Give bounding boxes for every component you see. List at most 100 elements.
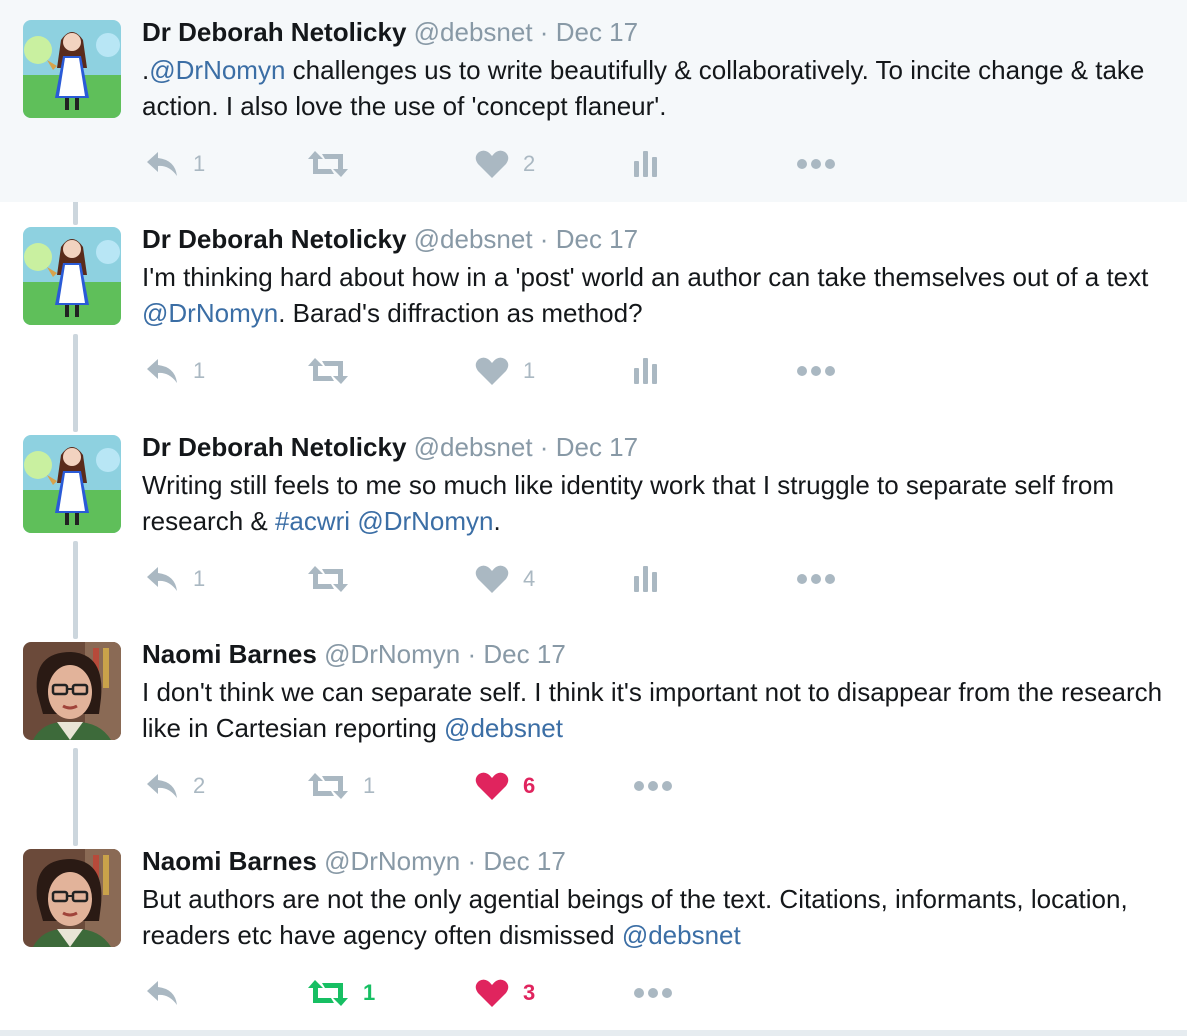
tweet[interactable]: Naomi Barnes @DrNomyn · Dec 17 But author… (0, 829, 1187, 1036)
tweet-timestamp[interactable]: Dec 17 (556, 224, 638, 254)
reply-count: 2 (193, 773, 206, 798)
tweet-text-segment: challenges us to write beautifully & col… (142, 55, 1145, 121)
mention-link[interactable]: @DrNomyn (149, 55, 285, 85)
analytics-button[interactable] (632, 353, 660, 389)
reply-count: 1 (193, 566, 206, 591)
retweet-icon (307, 564, 349, 594)
reply-button[interactable]: 1 (145, 353, 205, 389)
like-button[interactable]: 4 (475, 561, 535, 597)
like-button[interactable]: 1 (475, 353, 535, 389)
author-name[interactable]: Dr Deborah Netolicky (142, 432, 406, 462)
analytics-button[interactable] (632, 561, 660, 597)
tweet-text: Writing still feels to me so much like i… (142, 467, 1172, 539)
bottom-divider (0, 1030, 1187, 1036)
author-handle[interactable]: @debsnet (414, 224, 533, 254)
like-count: 6 (523, 773, 536, 798)
like-count: 4 (523, 566, 536, 591)
tweet-text: .@DrNomyn challenges us to write beautif… (142, 52, 1172, 124)
avatar[interactable] (23, 435, 121, 533)
avatar[interactable] (23, 642, 121, 740)
tweet[interactable]: Dr Deborah Netolicky @debsnet · Dec 17 Wr… (0, 415, 1187, 622)
more-options-button[interactable] (795, 146, 837, 182)
tweet-actions: 11 (0, 353, 1187, 389)
tweet-timestamp[interactable]: Dec 17 (556, 17, 638, 47)
tweet-timestamp[interactable]: Dec 17 (483, 846, 565, 876)
tweet-actions: 2 1 6 (0, 768, 1187, 804)
tweet-text: But authors are not the only agential be… (142, 881, 1172, 953)
tweet-header: Dr Deborah Netolicky @debsnet · Dec 17 (142, 16, 638, 48)
reply-button[interactable]: 1 (145, 561, 205, 597)
like-button[interactable]: 3 (475, 975, 535, 1011)
reply-count: 1 (193, 358, 206, 383)
avatar[interactable] (23, 227, 121, 325)
author-handle[interactable]: @DrNomyn (324, 846, 460, 876)
retweet-button[interactable]: 1 (307, 975, 375, 1011)
mention-link[interactable]: @DrNomyn (357, 506, 493, 536)
reply-icon (145, 564, 179, 594)
tweet-header: Dr Deborah Netolicky @debsnet · Dec 17 (142, 431, 638, 463)
more-icon (795, 364, 837, 378)
more-options-button[interactable] (795, 561, 837, 597)
tweet[interactable]: Dr Deborah Netolicky @debsnet · Dec 17 .@… (0, 0, 1187, 202)
tweet-header: Naomi Barnes @DrNomyn · Dec 17 (142, 845, 566, 877)
separator-dot: · (467, 846, 477, 876)
retweet-icon (307, 356, 349, 386)
reply-button[interactable]: 1 (145, 146, 205, 182)
tweet-timestamp[interactable]: Dec 17 (483, 639, 565, 669)
tweet-actions: 14 (0, 561, 1187, 597)
more-options-button[interactable] (632, 975, 674, 1011)
tweet-header: Dr Deborah Netolicky @debsnet · Dec 17 (142, 223, 638, 255)
author-handle[interactable]: @debsnet (414, 17, 533, 47)
separator-dot: · (539, 17, 549, 47)
reply-icon (145, 978, 179, 1008)
heart-icon (475, 564, 509, 594)
reply-icon (145, 771, 179, 801)
author-name[interactable]: Dr Deborah Netolicky (142, 17, 406, 47)
like-button[interactable]: 6 (475, 768, 535, 804)
tweet-text-segment: I'm thinking hard about how in a 'post' … (142, 262, 1149, 292)
author-name[interactable]: Naomi Barnes (142, 639, 317, 669)
like-count: 3 (523, 980, 536, 1005)
avatar[interactable] (23, 20, 121, 118)
mention-link[interactable]: @DrNomyn (142, 298, 278, 328)
tweet-text-segment: . Barad's diffraction as method? (278, 298, 643, 328)
like-button[interactable]: 2 (475, 146, 535, 182)
analytics-icon (632, 149, 660, 179)
retweet-count: 1 (363, 773, 376, 798)
reply-icon (145, 149, 179, 179)
like-count: 2 (523, 151, 536, 176)
analytics-button[interactable] (632, 146, 660, 182)
tweet-actions: 12 (0, 146, 1187, 182)
retweet-count: 1 (363, 980, 376, 1005)
more-options-button[interactable] (632, 768, 674, 804)
tweet[interactable]: Naomi Barnes @DrNomyn · Dec 17 I don't th… (0, 622, 1187, 829)
retweet-icon (307, 149, 349, 179)
more-icon (632, 779, 674, 793)
author-handle[interactable]: @debsnet (414, 432, 533, 462)
avatar[interactable] (23, 849, 121, 947)
mention-link[interactable]: @debsnet (444, 713, 563, 743)
more-icon (795, 157, 837, 171)
reply-button[interactable]: 2 (145, 768, 205, 804)
more-options-button[interactable] (795, 353, 837, 389)
author-handle[interactable]: @DrNomyn (324, 639, 460, 669)
tweet-text: I don't think we can separate self. I th… (142, 674, 1172, 746)
hashtag-link[interactable]: #acwri (275, 506, 350, 536)
tweet-timestamp[interactable]: Dec 17 (556, 432, 638, 462)
separator-dot: · (539, 224, 549, 254)
retweet-button[interactable] (307, 561, 349, 597)
author-name[interactable]: Dr Deborah Netolicky (142, 224, 406, 254)
retweet-icon (307, 978, 349, 1008)
retweet-button[interactable] (307, 146, 349, 182)
tweet[interactable]: Dr Deborah Netolicky @debsnet · Dec 17 I'… (0, 207, 1187, 414)
mention-link[interactable]: @debsnet (622, 920, 741, 950)
retweet-button[interactable]: 1 (307, 768, 375, 804)
reply-button[interactable] (145, 975, 179, 1011)
tweet-actions: 13 (0, 975, 1187, 1011)
like-count: 1 (523, 358, 536, 383)
analytics-icon (632, 356, 660, 386)
heart-icon (475, 149, 509, 179)
author-name[interactable]: Naomi Barnes (142, 846, 317, 876)
retweet-button[interactable] (307, 353, 349, 389)
retweet-icon (307, 771, 349, 801)
